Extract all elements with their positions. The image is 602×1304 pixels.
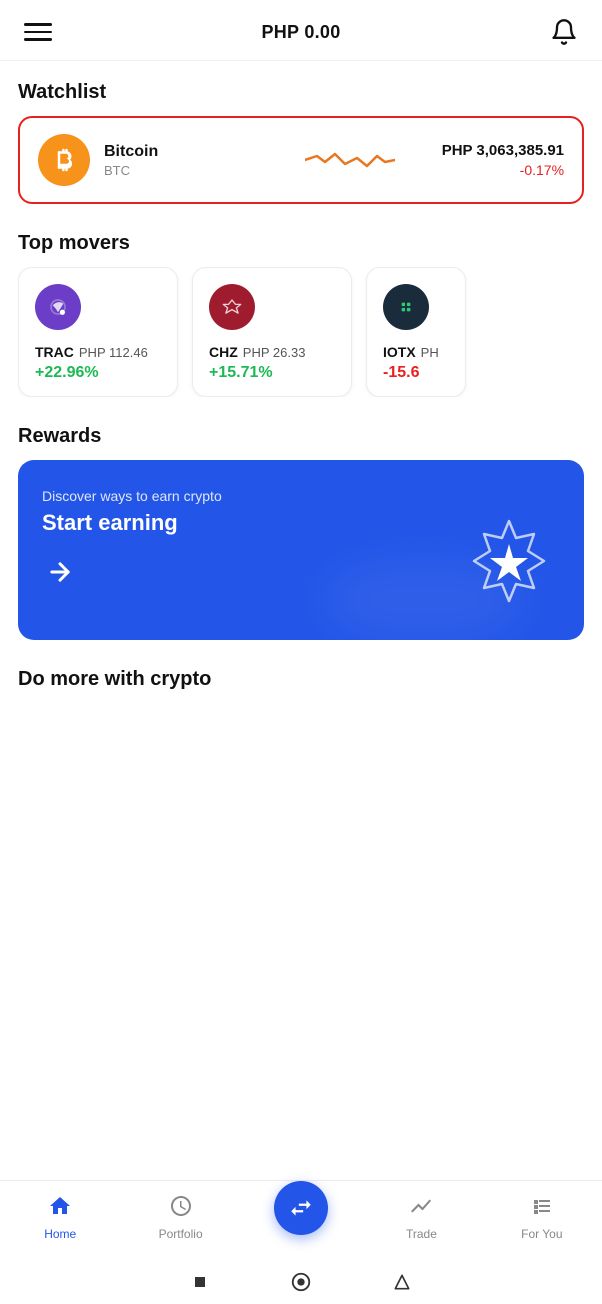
coin-ticker: BTC [104, 163, 259, 178]
for-you-icon [530, 1194, 554, 1223]
nav-trade[interactable]: Trade [361, 1181, 481, 1260]
bitcoin-icon [38, 134, 90, 186]
movers-list: TRAC PHP 112.46 +22.96% CHZ PHP 26.33 + [18, 267, 584, 397]
notification-bell-icon[interactable] [550, 18, 578, 46]
iotx-price-row: IOTX PH [383, 344, 449, 360]
coin-price: PHP 3,063,385.91 [442, 142, 564, 159]
bitcoin-info: Bitcoin BTC [104, 143, 259, 178]
home-icon [48, 1194, 72, 1223]
main-content: Watchlist Bitcoin BTC [0, 61, 602, 691]
nav-portfolio-label: Portfolio [159, 1227, 203, 1241]
header: PHP 0.00 [0, 0, 602, 61]
chz-icon [209, 284, 255, 330]
coin-name: Bitcoin [104, 143, 259, 161]
mover-card-iotx[interactable]: IOTX PH -15.6 [366, 267, 466, 397]
trac-change: +22.96% [35, 364, 161, 382]
trac-price: PHP 112.46 [79, 345, 148, 360]
nav-home[interactable]: Home [0, 1181, 120, 1260]
iotx-icon [383, 284, 429, 330]
bottom-nav: Home Portfolio Swap Trade [0, 1180, 602, 1260]
rewards-title: Rewards [18, 425, 584, 448]
nav-for-you[interactable]: For You [482, 1181, 602, 1260]
system-home-button[interactable] [290, 1271, 312, 1293]
menu-button[interactable] [24, 23, 52, 41]
system-back-button[interactable] [190, 1272, 210, 1292]
nav-for-you-label: For You [521, 1227, 562, 1241]
mover-card-trac[interactable]: TRAC PHP 112.46 +22.96% [18, 267, 178, 397]
system-recent-button[interactable] [392, 1272, 412, 1292]
rewards-arrow-button[interactable] [42, 554, 78, 590]
do-more-title: Do more with crypto [18, 668, 584, 691]
nav-portfolio[interactable]: Portfolio [120, 1181, 240, 1260]
watchlist-title: Watchlist [18, 81, 584, 104]
rewards-card[interactable]: Discover ways to earn crypto Start earni… [18, 460, 584, 640]
trade-icon [409, 1194, 433, 1223]
do-more-section: Do more with crypto [18, 668, 584, 691]
chz-ticker: CHZ [209, 344, 238, 360]
rewards-section: Rewards Discover ways to earn crypto Sta… [18, 425, 584, 640]
watchlist-section: Watchlist Bitcoin BTC [18, 81, 584, 204]
nav-swap[interactable]: Swap [241, 1181, 361, 1260]
header-balance: PHP 0.00 [261, 22, 340, 43]
watchlist-card-bitcoin[interactable]: Bitcoin BTC PHP 3,063,385.91 -0.17% [18, 116, 584, 204]
swap-button[interactable] [274, 1181, 328, 1235]
chz-price: PHP 26.33 [243, 345, 306, 360]
nav-home-label: Home [44, 1227, 76, 1241]
portfolio-icon [169, 1194, 193, 1223]
iotx-change: -15.6 [383, 364, 449, 382]
iotx-ticker: IOTX [383, 344, 416, 360]
chz-change: +15.71% [209, 364, 335, 382]
nav-trade-label: Trade [406, 1227, 437, 1241]
trac-ticker: TRAC [35, 344, 74, 360]
top-movers-section: Top movers TRAC PHP 112.46 +22.96% [18, 232, 584, 397]
coin-change: -0.17% [442, 162, 564, 178]
top-movers-title: Top movers [18, 232, 584, 255]
iotx-price: PH [421, 345, 439, 360]
bitcoin-price-area: PHP 3,063,385.91 -0.17% [442, 142, 564, 178]
rewards-subtitle: Discover ways to earn crypto [42, 488, 560, 504]
rewards-badge-icon [454, 516, 564, 626]
system-nav-bar [0, 1260, 602, 1304]
mover-card-chz[interactable]: CHZ PHP 26.33 +15.71% [192, 267, 352, 397]
trac-icon [35, 284, 81, 330]
bitcoin-chart [273, 140, 428, 180]
chz-price-row: CHZ PHP 26.33 [209, 344, 335, 360]
trac-price-row: TRAC PHP 112.46 [35, 344, 161, 360]
